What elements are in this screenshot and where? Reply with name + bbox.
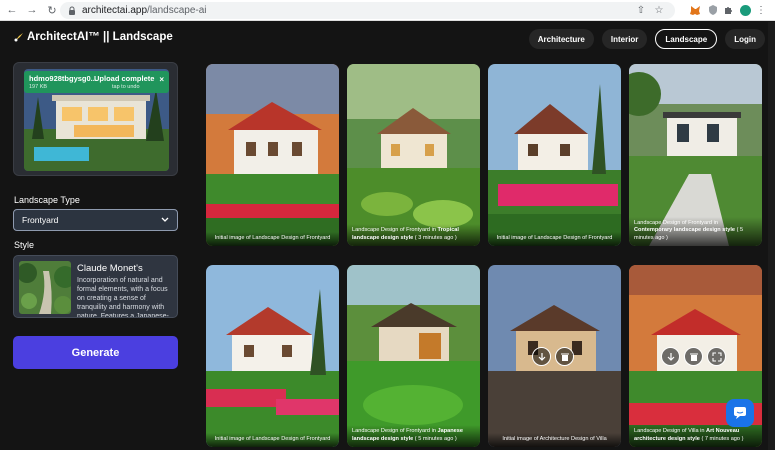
gallery-caption: Landscape Design of Frontyard in Tropica…	[347, 224, 480, 246]
gallery-image	[347, 265, 480, 447]
trash-icon[interactable]	[555, 347, 574, 366]
browser-toolbar: ← → ↻ architectai.app/landscape-ai ⇧ ☆ ⋮	[0, 0, 775, 21]
gallery-caption: Landscape Design of Frontyard in Japanes…	[347, 425, 480, 447]
close-icon[interactable]: ×	[159, 75, 164, 84]
reload-icon[interactable]: ↻	[44, 2, 60, 18]
download-icon[interactable]	[661, 347, 680, 366]
url-path: /landscape-ai	[147, 5, 207, 16]
top-nav: Architecture Interior Landscape Login	[528, 29, 765, 49]
lock-icon	[69, 6, 75, 15]
gallery-caption: Landscape Design of Villa in Art Nouveau…	[629, 425, 762, 447]
card-actions	[532, 347, 574, 366]
trash-icon[interactable]	[684, 347, 703, 366]
upload-filename: hdmo928tbgysg0...	[29, 74, 97, 83]
upload-undo-hint[interactable]: tap to undo	[112, 84, 140, 90]
nav-architecture[interactable]: Architecture	[528, 29, 594, 49]
address-bar[interactable]: architectai.app/landscape-ai	[60, 2, 675, 19]
style-selector[interactable]: Claude Monet's Incorporation of natural …	[13, 255, 178, 318]
share-icon[interactable]: ⇧	[634, 3, 648, 17]
shield-extension-icon[interactable]	[706, 3, 720, 17]
nav-interior[interactable]: Interior	[601, 29, 648, 49]
landscape-type-select[interactable]: Frontyard	[13, 209, 178, 231]
gallery-card[interactable]: Landscape Design of Frontyard in Contemp…	[629, 64, 762, 246]
style-thumbnail	[19, 261, 71, 314]
card-actions	[661, 347, 726, 366]
gallery-image	[488, 64, 621, 246]
generate-button[interactable]: Generate	[13, 336, 178, 369]
landscape-type-label: Landscape Type	[14, 195, 80, 205]
browser-menu-icon[interactable]: ⋮	[754, 3, 768, 17]
gallery-image	[206, 64, 339, 246]
extensions-puzzle-icon[interactable]	[722, 3, 736, 17]
image-upload-dropzone[interactable]: hdmo928tbgysg0... 197 KB Upload complete…	[13, 62, 178, 176]
nav-login[interactable]: Login	[725, 29, 765, 49]
style-description: Incorporation of natural and formal elem…	[77, 277, 169, 318]
gallery-card[interactable]: Initial image of Architecture Design of …	[488, 265, 621, 447]
gallery-card[interactable]: Landscape Design of Frontyard in Tropica…	[347, 64, 480, 246]
gallery-caption: Initial image of Landscape Design of Fro…	[206, 432, 339, 447]
profile-avatar[interactable]	[738, 3, 752, 17]
nav-landscape[interactable]: Landscape	[655, 29, 718, 49]
expand-icon[interactable]	[707, 347, 726, 366]
forward-icon[interactable]: →	[24, 2, 40, 18]
gallery-card[interactable]: Initial image of Landscape Design of Fro…	[206, 265, 339, 447]
upload-complete-toast: hdmo928tbgysg0... 197 KB Upload complete…	[24, 71, 169, 93]
download-icon[interactable]	[532, 347, 551, 366]
gallery-image	[347, 64, 480, 246]
back-icon[interactable]: ←	[4, 2, 20, 18]
gallery-image	[206, 265, 339, 447]
gallery-caption: Initial image of Architecture Design of …	[488, 432, 621, 447]
metamask-icon[interactable]	[688, 3, 702, 17]
chevron-down-icon	[161, 217, 169, 222]
gallery-card[interactable]: Initial image of Landscape Design of Fro…	[206, 64, 339, 246]
url-domain: architectai.app	[82, 5, 148, 16]
upload-status: Upload complete	[94, 74, 155, 83]
brand-logo[interactable]: ArchitectAI™ || Landscape	[14, 31, 173, 43]
brand-title: ArchitectAI™ || Landscape	[27, 31, 173, 43]
gallery-card[interactable]: Initial image of Landscape Design of Fro…	[488, 64, 621, 246]
gallery-caption: Landscape Design of Frontyard in Contemp…	[629, 216, 762, 246]
upload-filesize: 197 KB	[29, 84, 48, 90]
landscape-type-value: Frontyard	[22, 215, 59, 225]
style-name: Claude Monet's	[77, 263, 143, 274]
gallery-caption: Initial image of Landscape Design of Fro…	[488, 231, 621, 246]
page-scrollbar[interactable]	[768, 22, 775, 450]
style-label: Style	[14, 240, 35, 250]
chat-icon[interactable]	[726, 399, 754, 427]
brush-logo-icon	[14, 33, 23, 42]
gallery-card[interactable]: Landscape Design of Frontyard in Japanes…	[347, 265, 480, 447]
gallery-caption: Initial image of Landscape Design of Fro…	[206, 231, 339, 246]
bookmark-star-icon[interactable]: ☆	[652, 3, 666, 17]
